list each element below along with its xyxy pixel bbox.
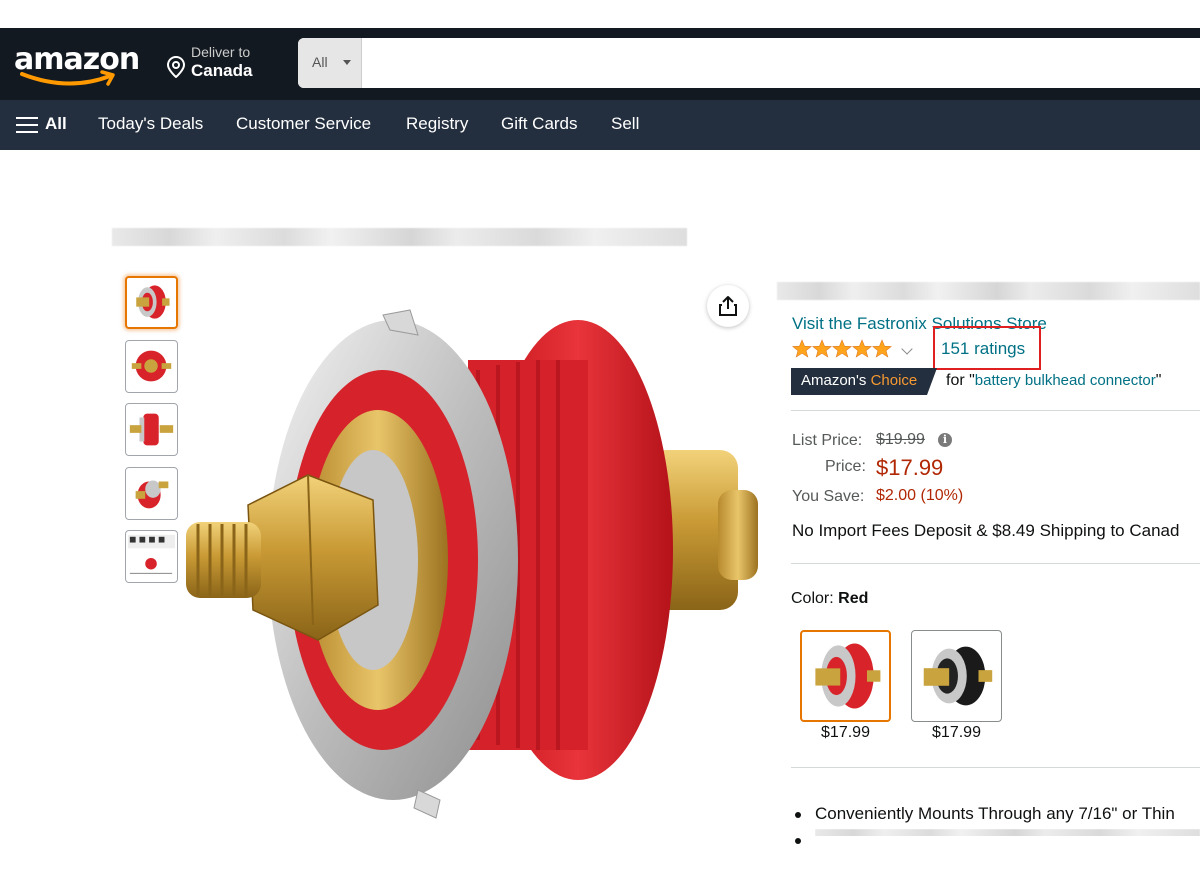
product-main-image[interactable] [178,300,768,830]
choice-for-text: for "battery bulkhead connector" [946,372,1161,390]
product-title-blurred [777,282,1200,300]
deliver-to-country: Canada [191,61,253,80]
black-connector-image [923,646,993,706]
nav-all-label: All [45,114,67,133]
you-save-value: $2.00 (10%) [876,487,964,504]
choice-for-suffix: " [1155,372,1162,389]
rating-chevron-down-icon[interactable] [901,343,913,355]
thumbnail-2[interactable] [125,340,178,393]
swatch-price-red: $17.99 [821,724,870,741]
top-header: amazon Deliver to Canada All [0,28,1200,100]
search-bar: All [298,38,1200,88]
feature-bullet-2-blurred [815,829,1200,836]
list-price-value: $19.99 [876,431,925,448]
amazon-logo[interactable]: amazon [14,42,140,88]
smile-arrow-icon [20,70,115,86]
nav-item-gift-cards[interactable]: Gift Cards [501,114,578,134]
star-rating-icon[interactable] [792,339,892,359]
thumbnail-4[interactable] [125,467,178,520]
list-price-label: List Price: [792,432,863,449]
color-swatch-black[interactable] [911,630,1002,722]
thumbnail-5[interactable] [125,530,178,583]
price-label: Price: [825,458,866,475]
amazons-choice-badge: Amazon's Choice [791,368,937,395]
info-icon[interactable]: i [938,433,952,447]
color-label: Color: Red [791,590,868,608]
thumbnail-1[interactable] [125,276,178,329]
nav-item-customer-service[interactable]: Customer Service [236,114,371,134]
location-pin-icon [166,56,186,78]
divider [791,410,1200,411]
nav-item-sell[interactable]: Sell [611,114,639,134]
share-button[interactable] [707,285,749,327]
connector-thumb-image [131,350,172,382]
color-value: Red [838,590,869,607]
search-category-select[interactable]: All [298,38,362,88]
price-value: $17.99 [876,455,944,480]
choice-prefix: Amazon's [801,372,867,389]
caret-down-icon [343,60,351,65]
shipping-info: No Import Fees Deposit & $8.49 Shipping … [792,521,1180,540]
diagram-thumb-image [127,534,176,574]
choice-keyword-link[interactable]: battery bulkhead connector [975,372,1156,389]
breadcrumb-blurred [112,228,687,246]
feature-bullet-1: Conveniently Mounts Through any 7/16" or… [815,804,1175,823]
red-connector-image [815,643,881,709]
color-swatch-red[interactable] [800,630,891,722]
color-label-text: Color: [791,590,834,607]
connector-thumb-image [136,285,170,319]
choice-badge-label: Amazon's Choice [801,372,917,389]
connector-thumb-image [129,413,174,446]
choice-for-prefix: for " [946,372,975,389]
deliver-to-label: Deliver to [191,44,251,60]
nav-bar: All Today's Deals Customer Service Regis… [0,100,1200,150]
thumbnail-3[interactable] [125,403,178,456]
bullet-dot [795,838,801,844]
search-input[interactable] [362,38,1200,88]
deliver-to[interactable]: Deliver to Canada [166,42,286,86]
swatch-price-black: $17.99 [932,724,981,741]
nav-item-todays-deals[interactable]: Today's Deals [98,114,203,134]
highlight-box [933,326,1041,370]
search-category-label: All [312,54,328,70]
share-icon [719,296,737,316]
bullet-dot [795,812,801,818]
connector-thumb-image [135,480,169,509]
you-save-label: You Save: [792,488,865,505]
nav-item-registry[interactable]: Registry [406,114,468,134]
divider [791,767,1200,768]
choice-word: Choice [870,372,918,389]
hamburger-icon [16,117,38,133]
divider [791,563,1200,564]
